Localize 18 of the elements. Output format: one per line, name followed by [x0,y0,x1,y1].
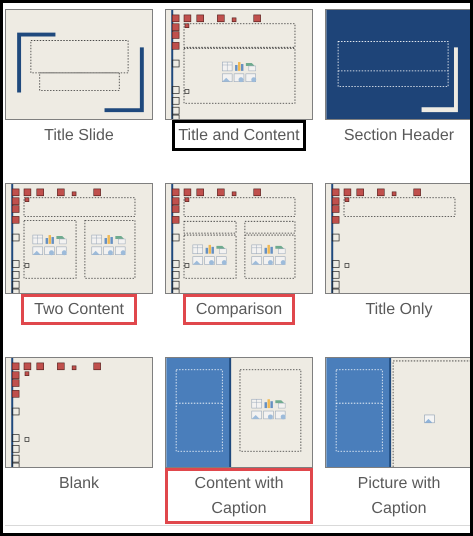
layout-thumbnail[interactable] [165,357,313,468]
layout-label: Section Header [342,126,456,146]
layout-thumbnail[interactable] [5,9,153,120]
layout-label: Blank [58,474,100,494]
layout-label: Title Slide [43,126,115,146]
layout-label: Title and Content [172,120,306,151]
layout-thumbnail[interactable] [5,183,153,294]
layout-label: Two Content [21,294,137,325]
layout-thumbnail[interactable] [5,357,153,468]
layout-label: Title Only [364,300,434,320]
layout-thumbnail[interactable] [325,183,470,294]
layout-label: Comparison [182,294,296,325]
layout-thumbnail[interactable] [165,9,313,120]
layout-label: Content with Caption [165,468,313,524]
layout-thumbnail[interactable] [325,357,470,468]
layout-label: Picture with Caption [356,474,442,519]
layout-thumbnail[interactable] [165,183,313,294]
layout-thumbnail[interactable] [325,9,470,120]
